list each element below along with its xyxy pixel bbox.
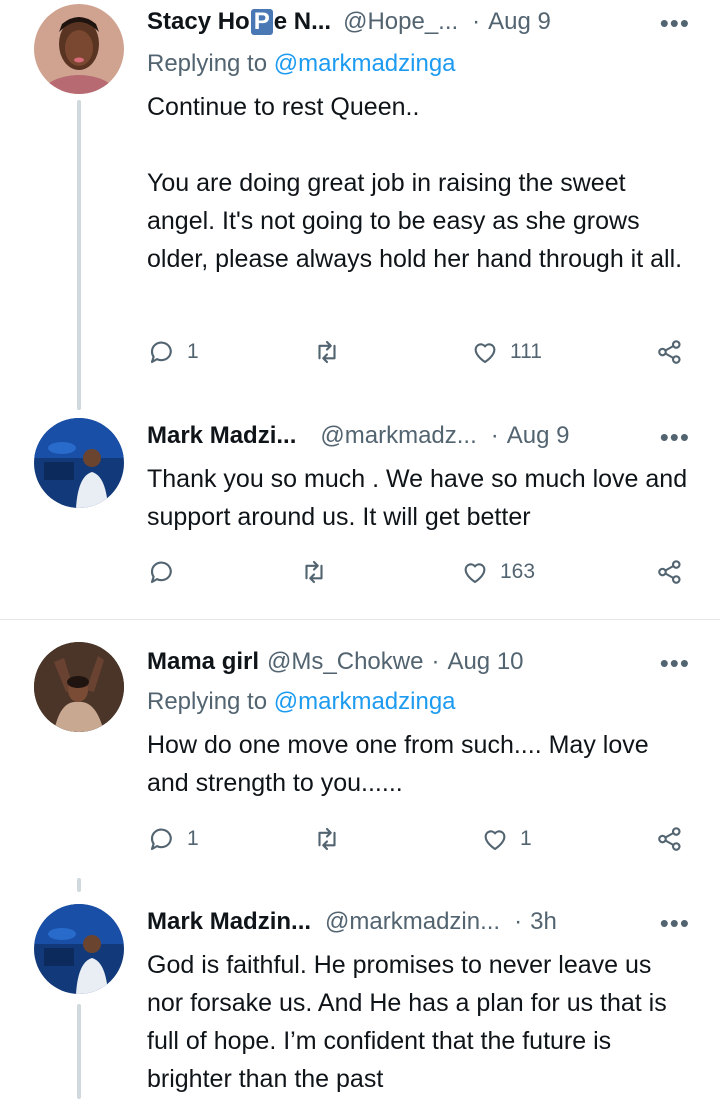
more-icon[interactable]: ••• — [660, 908, 690, 939]
thread-line — [77, 100, 81, 410]
replying-to-label: Replying to — [147, 50, 268, 77]
heart-icon — [484, 830, 506, 851]
reply-count: 1 — [187, 827, 199, 850]
author-handle[interactable]: @Ms_Chokwe — [267, 648, 423, 676]
retweet-button[interactable] — [312, 337, 342, 367]
tweet-actions: 1 1 — [147, 824, 692, 864]
author-name[interactable]: Mark Madzin... — [147, 908, 311, 936]
share-icon — [658, 340, 681, 364]
replying-to: Replying to @markmadzinga — [147, 50, 456, 78]
like-count: 111 — [510, 340, 542, 363]
tweet-actions: 1 111 — [147, 337, 692, 377]
separator-dot: · — [431, 648, 440, 675]
tweet-date[interactable]: Aug 10 — [447, 648, 523, 676]
thread-line — [77, 400, 81, 410]
avatar-mama-girl[interactable] — [34, 642, 124, 732]
author-handle[interactable]: @Hope_... — [343, 8, 458, 36]
like-button[interactable]: 111 — [470, 337, 542, 367]
retweet-button[interactable] — [299, 557, 329, 587]
thread-line — [77, 1004, 81, 1099]
author-handle[interactable]: @markmadz... — [320, 422, 476, 450]
avatar-mark[interactable] — [34, 418, 124, 508]
reply-button[interactable]: 1 — [147, 824, 199, 854]
tweet-header: Mark Madzi... @markmadz... · Aug 9 — [147, 422, 690, 450]
share-button[interactable] — [655, 824, 685, 854]
tweet-header: Stacy Ho Pe N... @Hope_... · Aug 9 — [147, 8, 690, 36]
replying-to: Replying to @markmadzinga — [147, 688, 456, 716]
more-icon[interactable]: ••• — [660, 422, 690, 453]
avatar-stacy[interactable] — [34, 4, 124, 94]
like-button[interactable]: 163 — [460, 557, 535, 587]
separator-dot: · — [514, 908, 523, 935]
separator-dot: · — [472, 8, 481, 35]
more-icon[interactable]: ••• — [660, 8, 690, 39]
retweet-icon — [305, 560, 323, 584]
tweet-text: Continue to rest Queen.. You are doing g… — [147, 93, 683, 273]
like-button[interactable]: 1 — [480, 824, 532, 854]
tweet-text: God is faithful. He promises to never le… — [147, 951, 674, 1093]
replying-to-label: Replying to — [147, 688, 268, 715]
tweet-3[interactable]: Mama girl @Ms_Chokwe · Aug 10 ••• Replyi… — [0, 620, 720, 878]
tweet-2[interactable]: Mark Madzi... @markmadz... · Aug 9 ••• T… — [0, 400, 720, 618]
author-name[interactable]: Stacy Ho Pe N... — [147, 8, 331, 36]
retweet-icon — [318, 340, 336, 364]
reply-button[interactable] — [147, 557, 177, 587]
share-icon — [658, 827, 681, 851]
tweet-text: Thank you so much . We have so much love… — [147, 465, 695, 531]
reply-count: 1 — [187, 340, 199, 363]
name-badge: P — [250, 9, 273, 35]
share-button[interactable] — [655, 557, 685, 587]
share-icon — [658, 560, 681, 584]
reply-icon — [150, 561, 172, 584]
heart-icon — [464, 563, 486, 584]
heart-icon — [474, 343, 496, 364]
retweet-button[interactable] — [312, 824, 342, 854]
tweet-date[interactable]: Aug 9 — [507, 422, 570, 450]
tweet-1[interactable]: Stacy Ho Pe N... @Hope_... · Aug 9 ••• Re… — [0, 0, 720, 410]
reply-icon — [150, 341, 172, 364]
tweet-actions: 163 — [147, 557, 692, 597]
reply-icon — [150, 828, 172, 851]
tweet-date[interactable]: Aug 9 — [488, 8, 551, 36]
avatar-mark[interactable] — [34, 904, 124, 994]
retweet-icon — [318, 827, 336, 851]
more-icon[interactable]: ••• — [660, 648, 690, 679]
replying-to-handle[interactable]: @markmadzinga — [274, 688, 456, 715]
author-name[interactable]: Mark Madzi... — [147, 422, 296, 450]
like-count: 1 — [520, 827, 532, 850]
author-name[interactable]: Mama girl — [147, 648, 259, 676]
tweet-date[interactable]: 3h — [530, 908, 557, 936]
replying-to-handle[interactable]: @markmadzinga — [274, 50, 456, 77]
separator-dot: · — [490, 422, 499, 449]
like-count: 163 — [500, 560, 536, 583]
reply-button[interactable]: 1 — [147, 337, 199, 367]
thread-line — [77, 878, 81, 892]
tweet-header: Mama girl @Ms_Chokwe · Aug 10 — [147, 648, 690, 676]
tweet-header: Mark Madzin... @markmadzin... · 3h — [147, 908, 690, 936]
tweet-4[interactable]: Mark Madzin... @markmadzin... · 3h ••• G… — [0, 878, 720, 1099]
tweet-text: How do one move one from such.... May lo… — [147, 731, 656, 797]
author-handle[interactable]: @markmadzin... — [325, 908, 500, 936]
share-button[interactable] — [655, 337, 685, 367]
